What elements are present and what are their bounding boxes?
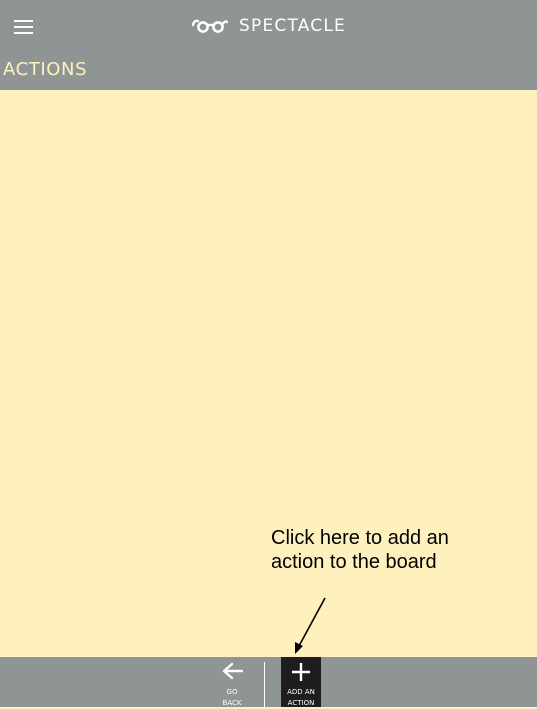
- go-back-label: GO BACK: [222, 688, 242, 707]
- app-header: SPECTACLE ACTIONS: [0, 0, 537, 90]
- hamburger-icon: [14, 20, 33, 22]
- add-action-label: ADD AN ACTION: [287, 688, 315, 707]
- plus-icon: [292, 663, 310, 681]
- page-title: ACTIONS: [3, 59, 88, 80]
- app-brand: SPECTACLE: [192, 14, 346, 38]
- spectacles-icon: [192, 19, 228, 33]
- callout-arrow-icon: [295, 597, 326, 654]
- add-action-button[interactable]: ADD AN ACTION: [281, 657, 321, 707]
- toolbar-divider: [264, 662, 265, 707]
- arrow-left-icon: [222, 662, 243, 680]
- brand-name: SPECTACLE: [239, 16, 346, 36]
- go-back-button[interactable]: GO BACK: [212, 657, 252, 707]
- callout-annotation: Click here to add an action to the board: [271, 527, 449, 573]
- hamburger-menu-button[interactable]: [14, 16, 38, 38]
- bottom-toolbar: GO BACK ADD AN ACTION: [0, 657, 537, 707]
